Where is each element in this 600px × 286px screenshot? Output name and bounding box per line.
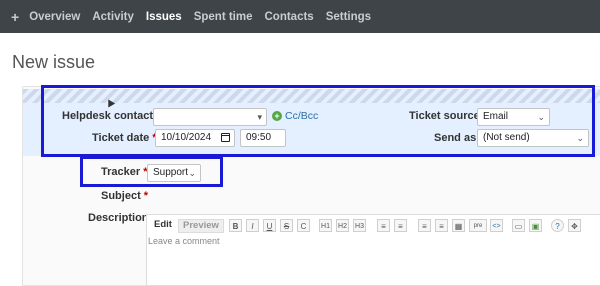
fullscreen-button[interactable]: ✥ xyxy=(568,219,581,232)
tracker-highlight-frame xyxy=(80,156,223,187)
subject-label: Subject * xyxy=(101,190,149,202)
nav-spent-time[interactable]: Spent time xyxy=(194,11,253,23)
comment-placeholder: Leave a comment xyxy=(148,236,220,246)
heading3-button[interactable]: H3 xyxy=(353,219,366,232)
unquote-button[interactable]: ≡ xyxy=(435,219,448,232)
page-title: New issue xyxy=(12,52,96,72)
underline-button[interactable]: U xyxy=(263,219,276,232)
blockquote-button[interactable]: ≡ xyxy=(418,219,431,232)
table-button[interactable]: ▦ xyxy=(452,219,465,232)
nav-issues[interactable]: Issues xyxy=(146,11,182,23)
tab-preview[interactable]: Preview xyxy=(178,219,224,233)
italic-button[interactable]: I xyxy=(246,219,259,232)
inline-code-button[interactable]: C xyxy=(297,219,310,232)
top-navigation: + Overview Activity Issues Spent time Co… xyxy=(0,0,600,33)
nav-overview[interactable]: Overview xyxy=(29,11,80,23)
helpdesk-highlight-frame xyxy=(41,85,595,157)
description-label: Description xyxy=(88,212,149,224)
tab-edit[interactable]: Edit xyxy=(150,219,176,233)
image-button[interactable]: ▣ xyxy=(529,219,542,232)
bullet-list-button[interactable]: ≡ xyxy=(377,219,390,232)
heading2-button[interactable]: H2 xyxy=(336,219,349,232)
bold-button[interactable]: B xyxy=(229,219,242,232)
required-mark: * xyxy=(143,190,149,202)
preformatted-button[interactable]: pre xyxy=(469,219,487,232)
strikethrough-button[interactable]: S xyxy=(280,219,293,232)
help-button[interactable]: ? xyxy=(551,219,564,232)
code-highlight-button[interactable]: <> xyxy=(490,219,503,232)
nav-settings[interactable]: Settings xyxy=(326,11,371,23)
numbered-list-button[interactable]: ≡ xyxy=(394,219,407,232)
heading1-button[interactable]: H1 xyxy=(319,219,332,232)
nav-activity[interactable]: Activity xyxy=(92,11,134,23)
nav-contacts[interactable]: Contacts xyxy=(265,11,314,23)
new-object-button[interactable]: + xyxy=(11,9,19,25)
link-button[interactable]: ▭ xyxy=(512,219,525,232)
